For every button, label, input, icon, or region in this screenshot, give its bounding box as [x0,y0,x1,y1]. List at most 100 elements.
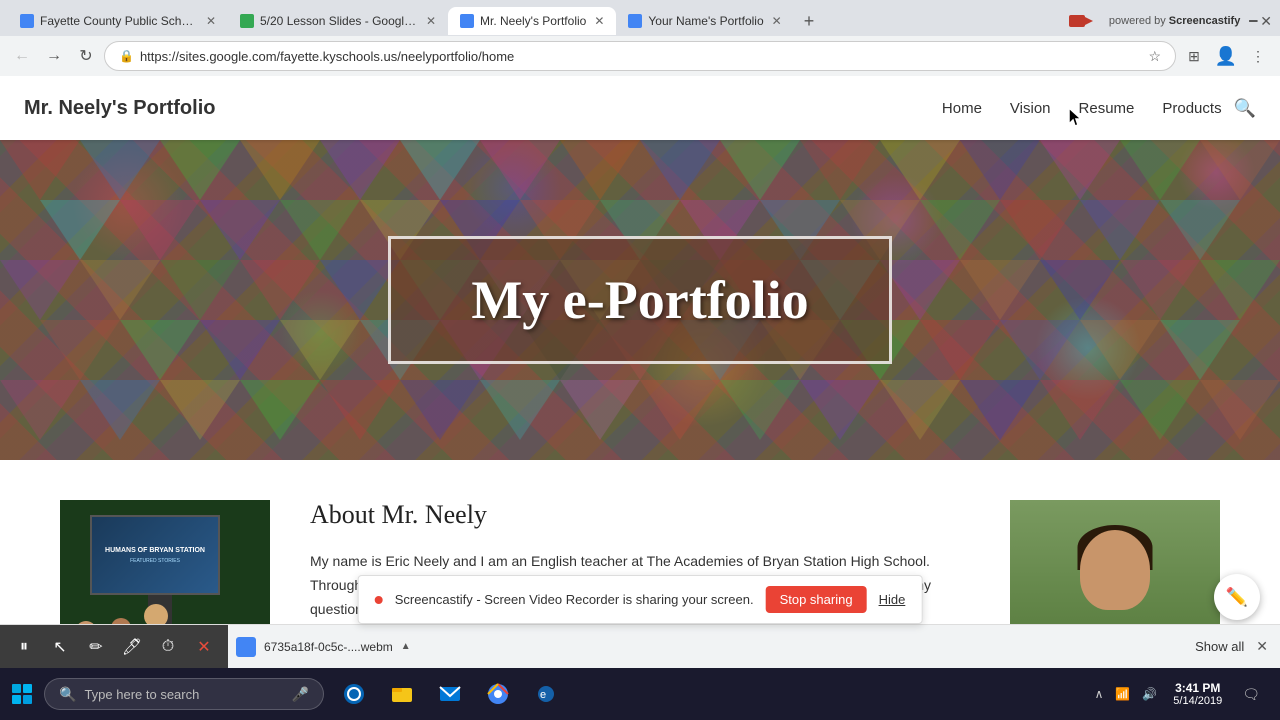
screencastify-toolbar: ⏸ ↖ ✏ 🖊 ⏱ ✕ [0,625,228,669]
sc-arrow-button[interactable]: ↖ [44,631,76,663]
more-btn[interactable]: ⋮ [1244,42,1272,70]
profile-btn[interactable]: 👤 [1212,42,1240,70]
notification-button[interactable]: 🗨 [1234,682,1268,707]
tab-favicon-1 [20,14,34,28]
screencast-message: Screencastify - Screen Video Recorder is… [395,592,754,607]
tab-label-1: Fayette County Public Schools L... [40,14,198,28]
powered-by-text: powered by [1109,15,1166,27]
tab-favicon-4 [628,14,642,28]
tab-close-2[interactable]: ✕ [426,14,436,28]
taskbar-file-explorer[interactable] [380,668,424,720]
about-heading: About Mr. Neely [310,500,970,530]
sc-highlight-button[interactable]: 🖊 [116,631,148,663]
nav-home[interactable]: Home [942,100,982,117]
address-text: https://sites.google.com/fayette.kyschoo… [140,49,514,64]
clock-time: 3:41 PM [1173,681,1222,695]
network-icon[interactable]: 📶 [1111,685,1134,703]
screen-content: HUMANS OF BRYAN STATION FEATURED STORIES [92,517,218,593]
site-search-icon[interactable]: 🔍 [1234,98,1256,119]
screencastify-logo [1069,11,1109,31]
taskbar-search[interactable]: 🔍 Type here to search 🎤 [44,678,324,710]
tab-favicon-3 [460,14,474,28]
ie-icon: e [532,680,560,708]
hero-title-box: My e-Portfolio [388,236,891,364]
tab-1[interactable]: Fayette County Public Schools L... ✕ [8,7,228,35]
system-tray: ∧ 📶 🔊 3:41 PM 5/14/2019 🗨 [1091,681,1280,707]
show-all-button[interactable]: Show all [1187,635,1252,658]
sc-pause-button[interactable]: ⏸ [8,631,40,663]
win-quad-br [23,695,32,704]
reload-button[interactable]: ↻ [72,42,100,70]
mic-icon[interactable]: 🎤 [292,686,309,703]
tab-label-2: 5/20 Lesson Slides - Google Slid... [260,14,418,28]
tab-label-3: Mr. Neely's Portfolio [480,14,586,28]
tab-close-3[interactable]: ✕ [594,14,604,28]
back-button[interactable]: ← [8,42,36,70]
tab-label-4: Your Name's Portfolio [648,14,763,28]
tab-bar: Fayette County Public Schools L... ✕ 5/2… [0,0,1280,36]
email-icon [436,680,464,708]
tab-2[interactable]: 5/20 Lesson Slides - Google Slid... ✕ [228,7,448,35]
extensions-btn[interactable]: ⊞ [1180,42,1208,70]
tab-close-1[interactable]: ✕ [206,14,216,28]
win-quad-bl [12,695,21,704]
download-bar-close[interactable]: ✕ [1252,634,1272,659]
taskbar-ie[interactable]: e [524,668,568,720]
search-placeholder: Type here to search [84,687,199,702]
tab-4[interactable]: Your Name's Portfolio ✕ [616,7,793,35]
nav-bar: ← → ↻ 🔒 https://sites.google.com/fayette… [0,36,1280,76]
taskbar: 🔍 Type here to search 🎤 [0,668,1280,720]
screen-text1: HUMANS OF BRYAN STATION [105,547,205,554]
recording-dot [375,596,383,604]
bottom-bar: ⏸ ↖ ✏ 🖊 ⏱ ✕ 6735a18f-0c5c-....webm ▲ Sho… [0,624,1280,668]
address-bar[interactable]: 🔒 https://sites.google.com/fayette.kysch… [104,41,1176,71]
screencastify-text: Screencastify [1169,15,1241,27]
site-logo: Mr. Neely's Portfolio [24,97,215,120]
nav-icons: ⊞ 👤 ⋮ [1180,42,1272,70]
tab-3[interactable]: Mr. Neely's Portfolio ✕ [448,7,616,35]
show-all-area: Show all ✕ [1187,634,1280,659]
edit-icon: ✏️ [1226,587,1248,608]
tab-close-4[interactable]: ✕ [772,14,782,28]
hide-button[interactable]: Hide [879,592,906,607]
sc-pen-button[interactable]: ✏ [80,631,112,663]
screencastify-badge: powered by Screencastify 🗕 ✕ [1069,9,1272,33]
taskbar-cortana[interactable] [332,668,376,720]
tab-favicon-2 [240,14,254,28]
screencastify-minimize[interactable]: 🗕 [1248,9,1258,33]
portrait-head [1080,530,1150,610]
clock-date: 5/14/2019 [1173,695,1222,707]
volume-icon[interactable]: 🔊 [1138,685,1161,703]
forward-button[interactable]: → [40,42,68,70]
chrome-icon [484,680,512,708]
download-item[interactable]: 6735a18f-0c5c-....webm ▲ [228,633,419,661]
download-chevron-icon: ▲ [401,641,411,652]
screen-text2: FEATURED STORIES [130,558,180,564]
cortana-icon [340,680,368,708]
sc-timer-button[interactable]: ⏱ [152,631,184,663]
svg-text:e: e [540,689,546,701]
site-header: Mr. Neely's Portfolio Home Vision Resume… [0,76,1280,140]
screencast-notification: Screencastify - Screen Video Recorder is… [358,575,923,624]
download-filename: 6735a18f-0c5c-....webm [264,640,393,654]
win-quad-tr [23,684,32,693]
nav-resume[interactable]: Resume [1079,100,1135,117]
nav-vision[interactable]: Vision [1010,100,1051,117]
show-hidden-icons[interactable]: ∧ [1091,685,1108,703]
bookmark-icon[interactable]: ☆ [1148,48,1161,65]
sc-close-button[interactable]: ✕ [188,631,220,663]
windows-icon [12,684,32,704]
stop-sharing-button[interactable]: Stop sharing [766,586,867,613]
taskbar-email[interactable] [428,668,472,720]
start-button[interactable] [0,668,44,720]
screencastify-close[interactable]: ✕ [1260,13,1272,30]
file-explorer-icon [388,680,416,708]
browser-chrome: Fayette County Public Schools L... ✕ 5/2… [0,0,1280,76]
edit-fab[interactable]: ✏️ [1214,574,1260,620]
system-clock[interactable]: 3:41 PM 5/14/2019 [1165,681,1230,707]
hero-section: My e-Portfolio [0,140,1280,460]
taskbar-chrome[interactable] [476,668,520,720]
new-tab-button[interactable]: + [798,11,821,32]
nav-products[interactable]: Products [1162,100,1221,117]
taskbar-apps: e [332,668,568,720]
